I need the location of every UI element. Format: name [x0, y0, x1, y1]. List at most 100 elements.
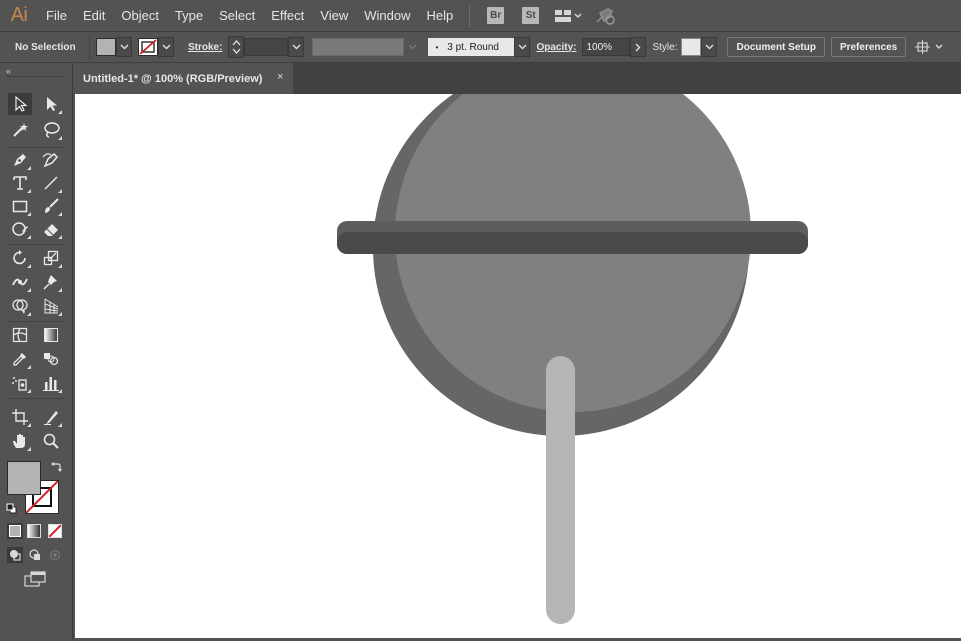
opacity-expand[interactable] — [630, 37, 647, 57]
symbol-sprayer-tool[interactable] — [8, 372, 32, 394]
scale-tool[interactable] — [39, 247, 63, 269]
workspace-switcher-button[interactable] — [554, 9, 582, 23]
menu-window[interactable]: Window — [356, 0, 418, 31]
slice-tool[interactable] — [39, 406, 63, 428]
stock-button[interactable]: St — [522, 7, 540, 24]
fill-dropdown[interactable] — [116, 37, 132, 57]
default-fill-stroke-button[interactable] — [6, 503, 17, 517]
menu-bar: Ai File Edit Object Type Select Effect V… — [0, 0, 961, 31]
draw-normal-button[interactable] — [7, 547, 23, 563]
graphic-style-dropdown[interactable] — [701, 37, 718, 57]
gradient-tool[interactable] — [39, 324, 63, 346]
mesh-tool[interactable] — [8, 324, 32, 346]
eraser-tool[interactable] — [39, 218, 63, 240]
rectangle-tool[interactable] — [8, 195, 32, 217]
none-mode-button[interactable] — [48, 524, 62, 538]
chevron-down-icon — [120, 44, 128, 50]
chevron-down-icon — [292, 44, 301, 50]
chevron-down-icon — [518, 44, 527, 50]
curvature-tool[interactable] — [39, 149, 63, 171]
band-bottom[interactable] — [337, 232, 808, 254]
swap-fill-stroke-button[interactable] — [50, 461, 62, 476]
stroke-none-icon — [139, 39, 157, 55]
opacity-value: 100% — [586, 41, 613, 53]
menu-effect[interactable]: Effect — [263, 0, 312, 31]
blend-tool[interactable] — [39, 348, 63, 370]
draw-behind-button[interactable] — [28, 548, 42, 565]
fill-color-box-front[interactable] — [7, 461, 41, 495]
stroke-weight-field[interactable] — [244, 38, 289, 56]
magic-wand-tool[interactable] — [8, 119, 32, 141]
menu-help[interactable]: Help — [418, 0, 461, 31]
magic-wand-icon — [13, 123, 28, 137]
puppet-warp-tool[interactable] — [39, 271, 63, 293]
style-label: Style: — [652, 41, 678, 53]
document-tab[interactable]: Untitled-1* @ 100% (RGB/Preview) — [73, 63, 293, 94]
stroke-weight-stepper[interactable] — [228, 36, 245, 58]
screen-mode-button[interactable] — [24, 571, 48, 592]
rotate-tool[interactable] — [8, 247, 32, 269]
control-bar: No Selection Stroke: • 3 pt. Round Opaci… — [0, 31, 961, 63]
draw-inside-button[interactable] — [48, 548, 62, 565]
stroke-swatch[interactable] — [138, 38, 158, 56]
perspective-grid-tool[interactable] — [39, 295, 63, 317]
artboard-canvas[interactable] — [75, 94, 961, 638]
gpu-performance-button[interactable] — [594, 7, 616, 25]
screen-mode-icon — [24, 571, 46, 587]
width-tool[interactable] — [8, 271, 32, 293]
selection-arrow-icon — [15, 95, 28, 112]
pen-tool[interactable] — [8, 149, 32, 171]
selection-tool[interactable] — [8, 93, 32, 115]
collapse-toolbar-button[interactable]: « — [6, 66, 11, 76]
zoom-tool[interactable] — [39, 430, 63, 452]
hand-tool[interactable] — [8, 430, 32, 452]
gradient-icon — [44, 328, 58, 342]
swap-arrows-icon — [51, 462, 62, 472]
width-profile-dropdown[interactable] — [404, 37, 421, 57]
arrange-documents-button[interactable] — [914, 39, 946, 55]
stroke-dropdown[interactable] — [158, 37, 174, 57]
fill-swatch[interactable] — [96, 38, 116, 56]
paintbrush-tool[interactable] — [39, 195, 63, 217]
lollipop-stick[interactable] — [546, 356, 575, 624]
menu-select[interactable]: Select — [211, 0, 263, 31]
type-tool[interactable] — [8, 172, 32, 194]
document-setup-button[interactable]: Document Setup — [727, 37, 825, 57]
brush-dropdown[interactable] — [514, 37, 531, 57]
menu-file[interactable]: File — [38, 0, 75, 31]
menu-type[interactable]: Type — [167, 0, 211, 31]
toolbar-divider — [6, 147, 66, 148]
artboard-tool[interactable] — [8, 406, 32, 428]
stroke-label[interactable]: Stroke: — [188, 42, 222, 53]
app-logo: Ai — [10, 4, 28, 26]
default-colors-icon — [6, 503, 17, 514]
opacity-field[interactable]: 100% — [582, 38, 631, 56]
graphic-style-swatch[interactable] — [681, 38, 702, 56]
direct-selection-tool[interactable] — [39, 93, 63, 115]
gradient-mode-button[interactable] — [27, 524, 41, 538]
variable-width-profile[interactable] — [312, 38, 405, 56]
control-divider — [89, 35, 90, 59]
lollipop-artwork — [337, 94, 808, 624]
stepper-arrows-icon — [232, 40, 241, 54]
preferences-button[interactable]: Preferences — [830, 37, 907, 57]
lasso-tool[interactable] — [39, 119, 63, 141]
brush-definition[interactable]: • 3 pt. Round — [428, 38, 515, 56]
shaper-tool[interactable] — [8, 218, 32, 240]
stroke-weight-dropdown[interactable] — [288, 37, 305, 57]
line-segment-tool[interactable] — [39, 172, 63, 194]
bridge-button[interactable]: Br — [487, 7, 505, 24]
menu-edit[interactable]: Edit — [75, 0, 113, 31]
color-icon — [9, 525, 21, 537]
toolbar-divider — [6, 76, 66, 77]
column-graph-tool[interactable] — [39, 372, 63, 394]
toolbar-divider — [6, 321, 66, 322]
shape-builder-tool[interactable] — [8, 295, 32, 317]
opacity-label[interactable]: Opacity: — [536, 42, 576, 53]
color-mode-button[interactable] — [7, 523, 23, 539]
menu-object[interactable]: Object — [113, 0, 167, 31]
eyedropper-tool[interactable] — [8, 348, 32, 370]
close-tab-button[interactable]: × — [277, 71, 283, 83]
menu-view[interactable]: View — [312, 0, 356, 31]
chevron-down-icon — [705, 44, 714, 50]
